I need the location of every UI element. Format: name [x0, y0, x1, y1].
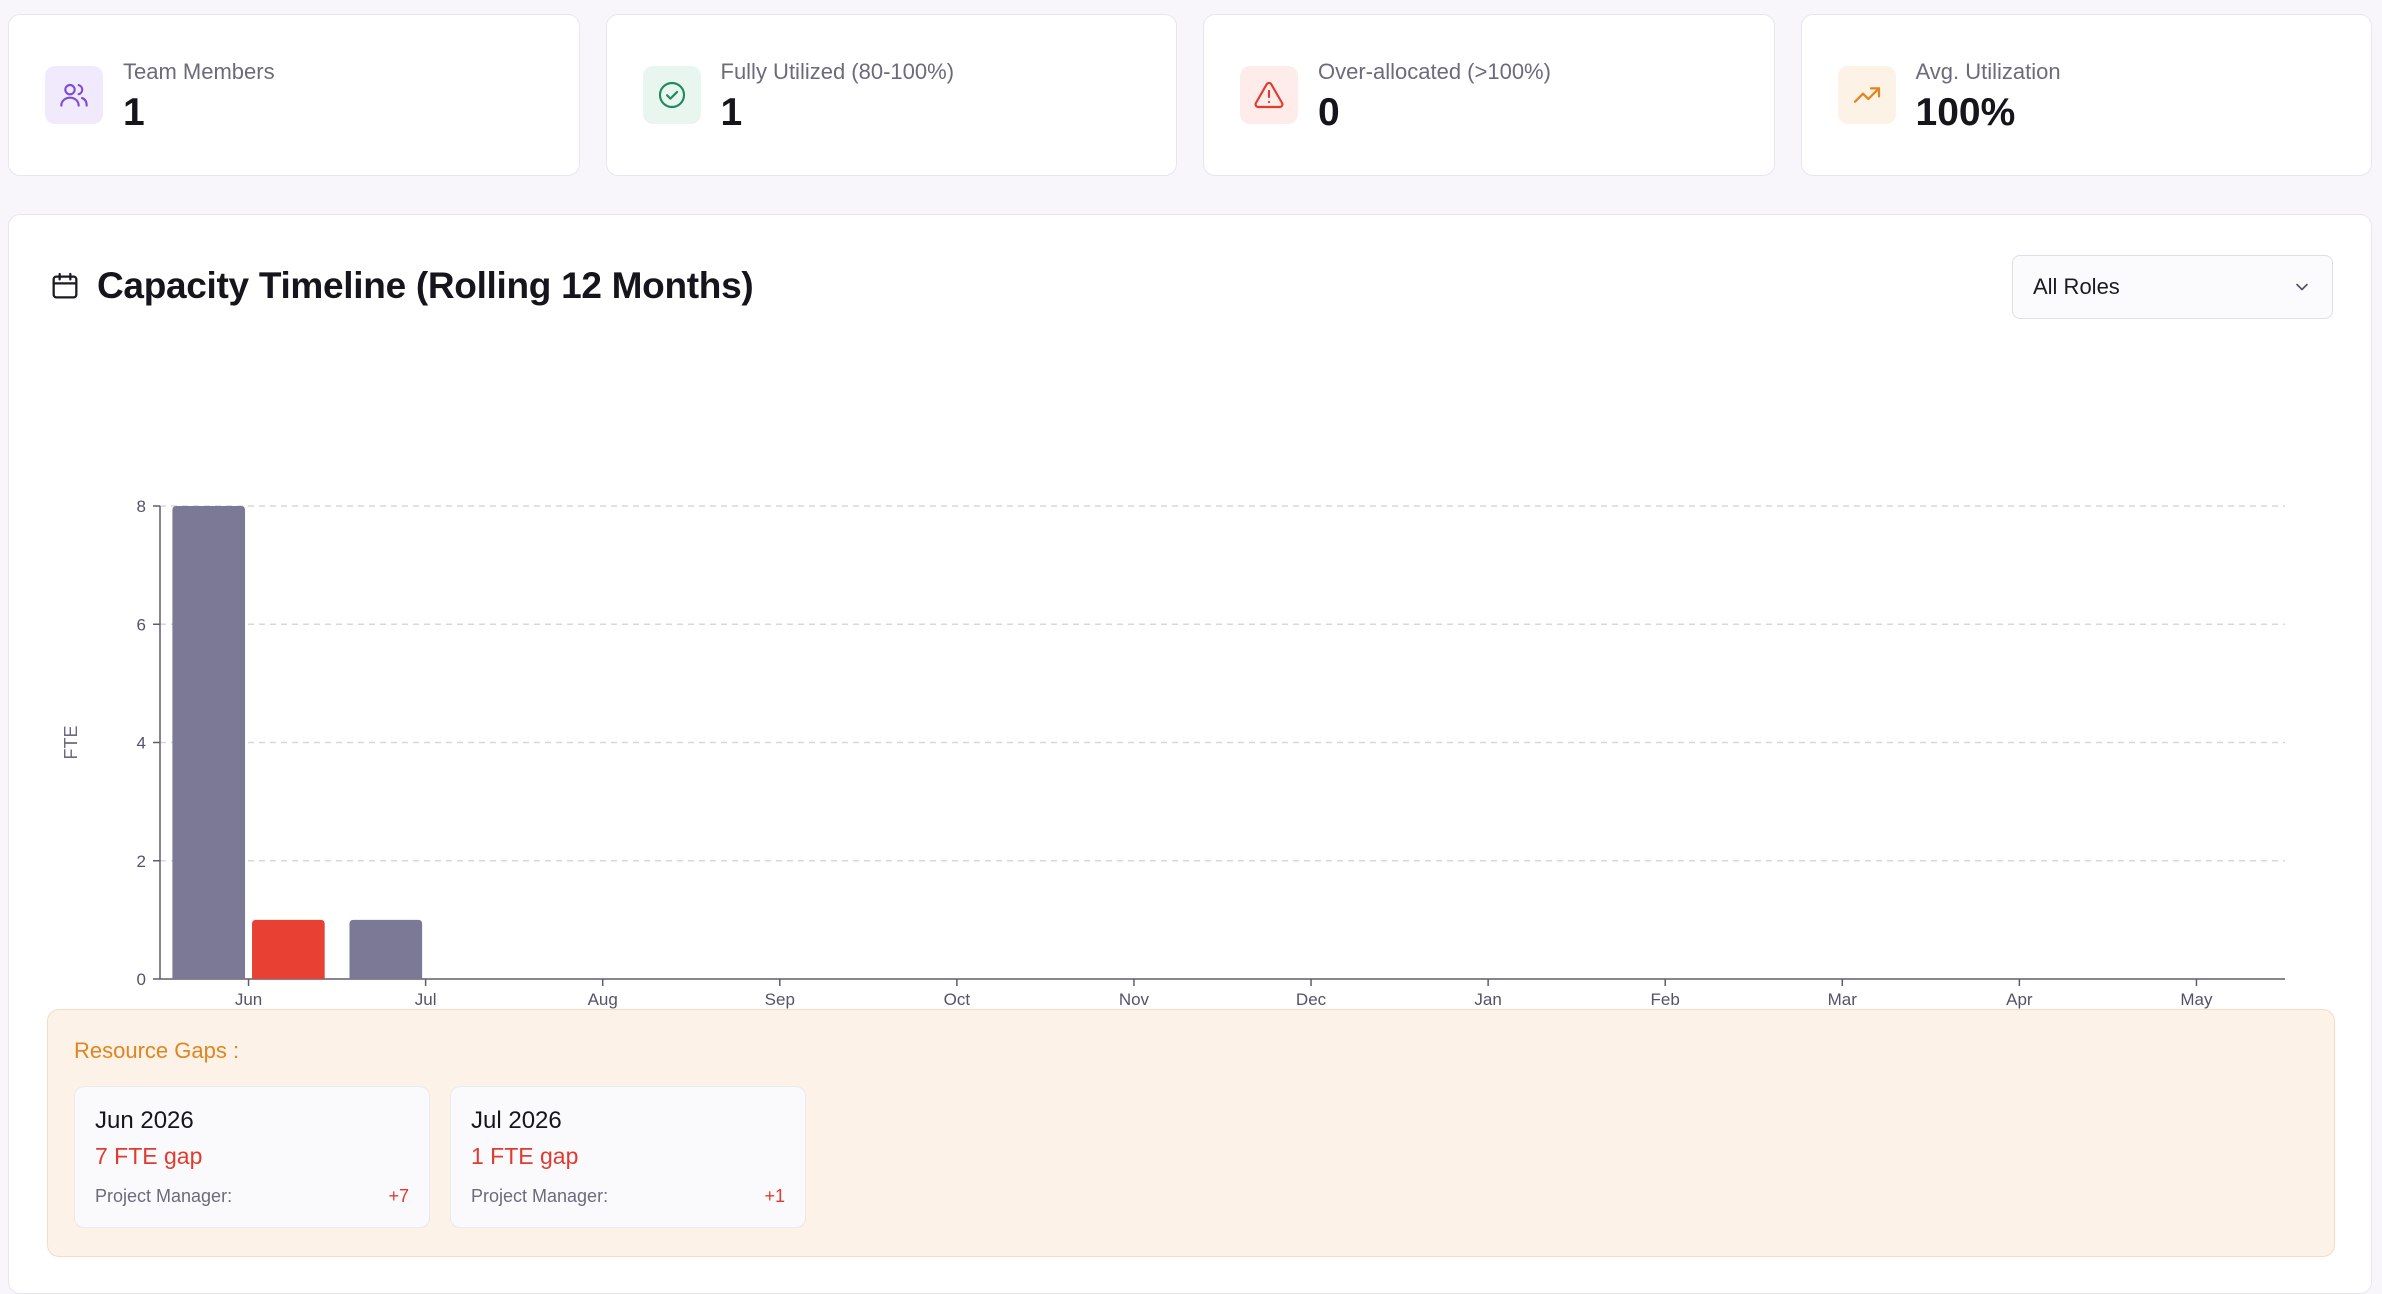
- x-tick-label: Apr: [2006, 990, 2033, 1009]
- y-tick-label: 6: [137, 615, 146, 634]
- trending-up-icon: [1837, 66, 1896, 124]
- gap-month: Jun 2026: [95, 1107, 194, 1134]
- x-tick-label: May: [2180, 990, 2213, 1009]
- gap-amount: 7 FTE gap: [95, 1143, 203, 1169]
- y-tick-label: 2: [137, 852, 146, 871]
- x-tick-label: Oct: [944, 990, 971, 1009]
- gap-amount: 1 FTE gap: [471, 1143, 579, 1169]
- x-tick-label: Dec: [1296, 990, 1327, 1009]
- x-tick-label: Sep: [765, 990, 795, 1009]
- stat-card-team-members: Team Members 1: [8, 14, 580, 176]
- gap-delta: +1: [764, 1186, 785, 1206]
- chevron-down-icon: [2296, 283, 2308, 291]
- resource-gaps-title: Resource Gaps :: [74, 1038, 240, 1063]
- capacity-timeline-panel: Capacity Timeline (Rolling 12 Months) Al…: [8, 214, 2372, 1294]
- gap-role-row: Project Manager: +7: [95, 1186, 409, 1207]
- x-tick-label: Jun: [235, 990, 262, 1009]
- y-tick-label: 0: [137, 970, 146, 989]
- gap-delta: +7: [388, 1186, 409, 1206]
- y-tick-label: 8: [137, 497, 146, 516]
- stat-card-over-allocated: Over-allocated (>100%) 0: [1203, 14, 1775, 176]
- stat-value: 1: [720, 91, 743, 134]
- stats-row: Team Members 1 Fully Utilized (80-100%) …: [8, 14, 2372, 176]
- check-circle-icon: [642, 66, 701, 124]
- page-title: Capacity Timeline (Rolling 12 Months): [97, 265, 754, 306]
- capacity-chart: 0 2 4 6 8 FTE Jun Jul Aug Sep Oct Nov Dec Jan Feb Mar Ap…: [9, 345, 2373, 1076]
- stat-label: Avg. Utilization: [1915, 59, 2061, 84]
- stat-card-avg-utilization: Avg. Utilization 100%: [1800, 14, 2372, 176]
- resource-gap-card: Jul 2026 1 FTE gap Project Manager: +1: [450, 1086, 806, 1228]
- y-axis-label: FTE: [61, 726, 81, 760]
- gap-role-row: Project Manager: +1: [471, 1186, 785, 1207]
- bar-actual-jun: [252, 919, 325, 979]
- gap-role: Project Manager:: [471, 1186, 609, 1206]
- gap-role: Project Manager:: [95, 1186, 233, 1206]
- gap-month: Jul 2026: [471, 1107, 562, 1134]
- stat-card-fully-utilized: Fully Utilized (80-100%) 1: [605, 14, 1177, 176]
- resource-gap-list: Jun 2026 7 FTE gap Project Manager: +7 J…: [74, 1086, 806, 1228]
- stat-value: 100%: [1915, 91, 2016, 134]
- role-filter-value: All Roles: [2033, 274, 2120, 299]
- capacity-bar-chart: 0 2 4 6 8 FTE Jun Jul Aug Sep Oct Nov Dec Jan Feb Mar Ap…: [61, 497, 2285, 1009]
- calendar-icon: [52, 272, 78, 299]
- x-tick-label: Nov: [1119, 990, 1150, 1009]
- stat-value: 1: [123, 91, 145, 134]
- stat-label: Team Members: [123, 59, 275, 84]
- stat-label: Fully Utilized (80-100%): [720, 59, 955, 84]
- x-tick-label: Feb: [1651, 990, 1680, 1009]
- x-tick-label: Jul: [415, 990, 437, 1009]
- users-icon: [45, 66, 103, 124]
- bar-planned-jun: [172, 506, 246, 979]
- stat-label: Over-allocated (>100%): [1318, 59, 1551, 84]
- y-tick-label: 4: [137, 734, 146, 753]
- stat-value: 0: [1318, 91, 1340, 134]
- x-tick-label: Mar: [1828, 990, 1858, 1009]
- bar-planned-jul: [349, 919, 423, 979]
- resource-gap-card: Jun 2026 7 FTE gap Project Manager: +7: [74, 1086, 430, 1228]
- role-filter-select[interactable]: All Roles: [2012, 255, 2333, 319]
- panel-header: Capacity Timeline (Rolling 12 Months): [49, 265, 754, 307]
- resource-gaps-panel: Resource Gaps : Jun 2026 7 FTE gap Proje…: [47, 1009, 2335, 1257]
- alert-triangle-icon: [1240, 66, 1298, 124]
- x-tick-label: Jan: [1474, 990, 1501, 1009]
- x-tick-label: Aug: [588, 990, 618, 1009]
